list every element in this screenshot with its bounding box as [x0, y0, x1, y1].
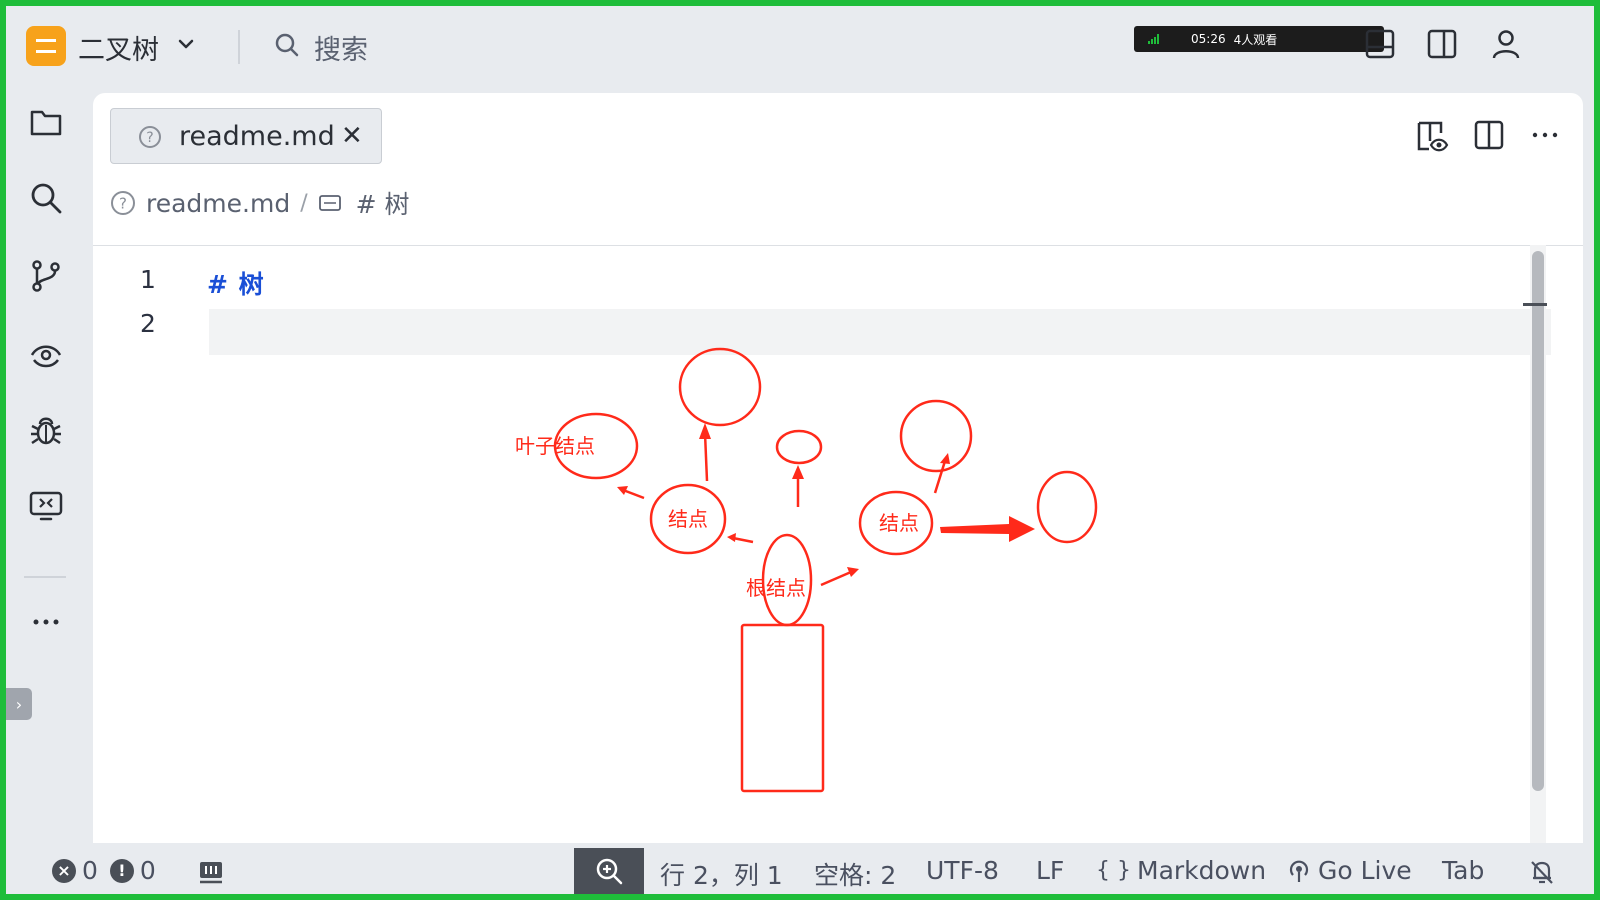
viewer-count: 4人观看	[1233, 32, 1278, 47]
sketch-small-circle	[775, 429, 823, 465]
search-label[interactable]: 搜索	[314, 28, 368, 67]
warning-icon: !	[109, 858, 134, 883]
recording-time: 05:26	[1191, 32, 1226, 46]
label-leaf-node: 叶子结点	[515, 434, 595, 458]
layout-panel-bottom-icon[interactable]	[1364, 28, 1396, 60]
label-node-right: 结点	[879, 511, 919, 535]
title-bar: 二叉树 搜索 05:26 4人观看	[6, 6, 1594, 86]
language-label: Markdown	[1137, 856, 1267, 885]
go-live-label: Go Live	[1318, 856, 1412, 885]
language-mode[interactable]: { } Markdown	[1096, 856, 1266, 885]
go-live-button[interactable]: Go Live	[1286, 856, 1412, 885]
sketch-arrowhead	[792, 465, 804, 479]
tab-mode[interactable]: Tab	[1442, 856, 1484, 885]
sketch-arrowhead	[940, 453, 950, 464]
title-divider	[238, 30, 240, 64]
remote-explorer-icon[interactable]	[28, 488, 64, 524]
source-control-icon[interactable]	[28, 258, 64, 294]
preview-eye-icon[interactable]	[28, 336, 64, 372]
activity-divider	[24, 576, 66, 578]
more-icon[interactable]	[28, 604, 64, 640]
error-count: 0	[82, 856, 98, 885]
indentation[interactable]: 空格: 2	[814, 856, 896, 892]
broadcast-icon	[1289, 860, 1309, 882]
label-root-node: 根结点	[746, 576, 806, 600]
debug-bug-icon[interactable]	[28, 412, 64, 448]
project-title[interactable]: 二叉树	[78, 28, 159, 67]
sketch-big-arrow	[940, 516, 1035, 542]
layout-sidebar-right-icon[interactable]	[1426, 28, 1458, 60]
account-icon[interactable]	[1490, 28, 1522, 60]
label-node-left: 结点	[668, 507, 708, 531]
app-logo-icon[interactable]	[26, 26, 66, 66]
braces-icon: { }	[1096, 858, 1131, 883]
sketch-top-right-circle	[899, 399, 973, 473]
chevron-right-icon[interactable]: ›	[6, 688, 32, 720]
editor-panel: ? readme.md ✕ ? readme.md / # 树 1 2 # 树 …	[93, 93, 1583, 843]
warning-count: 0	[139, 856, 156, 885]
error-icon: ×	[52, 858, 76, 883]
notifications-muted-icon[interactable]	[1528, 858, 1556, 886]
ports-icon[interactable]	[198, 860, 224, 884]
encoding[interactable]: UTF-8	[926, 856, 999, 885]
sketch-trunk-rect	[740, 623, 825, 793]
search-icon[interactable]	[274, 32, 300, 58]
end-of-line[interactable]: LF	[1036, 856, 1064, 885]
tree-sketch-annotation: 叶子结点 结点 结点 根结点	[515, 347, 1098, 793]
activity-bar: ›	[6, 86, 92, 846]
recording-overlay: 05:26 4人观看	[1134, 26, 1384, 52]
sketch-arrowhead	[727, 533, 736, 542]
cursor-position[interactable]: 行 2，列 1	[660, 856, 783, 892]
sketch-arrowhead	[699, 423, 711, 439]
explorer-folder-icon[interactable]	[28, 104, 64, 140]
status-bar: × 0 ! 0 行 2，列 1 空格: 2 UTF-8 LF { } Markd…	[6, 848, 1594, 894]
problems-indicator[interactable]: × 0 ! 0	[52, 856, 156, 885]
search-icon[interactable]	[28, 180, 64, 216]
signal-icon	[1148, 34, 1159, 44]
zoom-in-icon	[596, 858, 623, 885]
chevron-down-icon[interactable]	[176, 34, 196, 54]
sketch-top-circle	[678, 347, 762, 427]
sketch-far-right-circle	[1036, 470, 1098, 544]
zoom-button[interactable]	[574, 848, 644, 894]
